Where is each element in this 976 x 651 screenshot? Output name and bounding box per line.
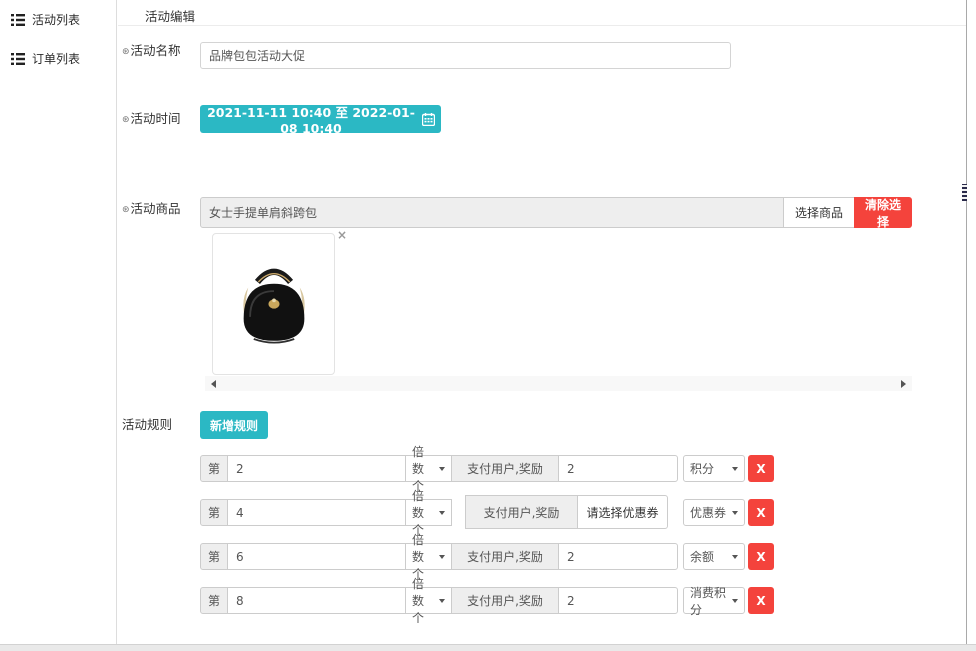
clear-selection-button[interactable]: 清除选择 <box>854 197 912 228</box>
activity-rules-label: 活动规则 <box>122 414 172 433</box>
calendar-icon <box>422 113 435 126</box>
sidebar-item-label: 活动列表 <box>32 11 80 28</box>
tab-bar: 活动编辑 <box>118 0 966 26</box>
rule-multiple-input[interactable] <box>227 587 406 614</box>
rule-remove-button[interactable]: X <box>748 543 774 570</box>
activity-name-input[interactable] <box>200 42 731 69</box>
scroll-left-icon[interactable] <box>211 380 216 388</box>
rule-reward-label: 支付用户,奖励 <box>451 455 559 482</box>
rule-prefix: 第 <box>200 543 228 570</box>
required-icon: ⊛ <box>122 205 130 215</box>
label-text: 活动名称 <box>131 43 181 58</box>
rule-type-value: 消费积分 <box>690 584 728 618</box>
add-rule-button[interactable]: 新增规则 <box>200 411 268 439</box>
list-icon <box>11 53 25 65</box>
rule-unit-select[interactable]: 倍数个 <box>405 587 452 614</box>
rule-unit-value: 倍数个 <box>412 575 435 626</box>
select-product-button[interactable]: 选择商品 <box>783 197 855 228</box>
caret-down-icon <box>732 599 738 603</box>
rule-type-value: 优惠券 <box>690 504 726 521</box>
vertical-scrollbar-thumb[interactable] <box>962 184 967 201</box>
activity-product-label: ⊛活动商品 <box>122 198 181 217</box>
product-name-input[interactable] <box>200 197 784 228</box>
caret-down-icon <box>732 511 738 515</box>
caret-down-icon <box>732 467 738 471</box>
rule-type-select[interactable]: 优惠券 <box>683 499 745 526</box>
caret-down-icon <box>732 555 738 559</box>
rule-reward-label: 支付用户,奖励 <box>451 543 559 570</box>
rule-type-select[interactable]: 积分 <box>683 455 745 482</box>
date-range-button[interactable]: 2021-11-11 10:40 至 2022-01-08 10:40 <box>200 105 441 133</box>
rule-remove-button[interactable]: X <box>748 587 774 614</box>
caret-down-icon <box>439 511 445 515</box>
remove-image-icon[interactable]: × <box>337 229 347 241</box>
rule-type-select[interactable]: 消费积分 <box>683 587 745 614</box>
rule-multiple-input[interactable] <box>227 499 406 526</box>
rule-row-2: 第 倍数个 支付用户,奖励 请选择优惠券 优惠券 X <box>200 499 780 526</box>
activity-name-label: ⊛活动名称 <box>122 40 181 59</box>
rule-multiple-input[interactable] <box>227 543 406 570</box>
caret-down-icon <box>439 555 445 559</box>
activity-edit-page: 活动列表 订单列表 活动编辑 ⊛活动名称 ⊛活动时间 2021-11-11 10… <box>0 0 976 651</box>
date-range-text: 2021-11-11 10:40 至 2022-01-08 10:40 <box>206 102 416 136</box>
rule-unit-select[interactable]: 倍数个 <box>405 455 452 482</box>
required-icon: ⊛ <box>122 47 130 57</box>
product-image-card[interactable] <box>212 233 335 375</box>
rule-prefix: 第 <box>200 499 228 526</box>
rule-reward-label: 支付用户,奖励 <box>465 495 578 529</box>
rule-remove-button[interactable]: X <box>748 455 774 482</box>
handbag-image <box>228 250 320 358</box>
sidebar: 活动列表 订单列表 <box>0 0 117 644</box>
rule-remove-button[interactable]: X <box>748 499 774 526</box>
label-text: 活动商品 <box>131 201 181 216</box>
rule-row-3: 第 倍数个 支付用户,奖励 余额 X <box>200 543 780 570</box>
rule-reward-label: 支付用户,奖励 <box>451 587 559 614</box>
rule-reward-input[interactable] <box>558 455 678 482</box>
rule-row-4: 第 倍数个 支付用户,奖励 消费积分 X <box>200 587 780 614</box>
rule-unit-select[interactable]: 倍数个 <box>405 543 452 570</box>
rule-type-select[interactable]: 余额 <box>683 543 745 570</box>
rule-multiple-input[interactable] <box>227 455 406 482</box>
rule-reward-input[interactable] <box>558 543 678 570</box>
list-icon <box>11 14 25 26</box>
rule-prefix: 第 <box>200 455 228 482</box>
rule-type-value: 积分 <box>690 460 714 477</box>
sidebar-item-activity-list[interactable]: 活动列表 <box>0 0 116 39</box>
content-right-border <box>966 0 967 644</box>
sidebar-item-label: 订单列表 <box>32 50 80 67</box>
rule-reward-input[interactable] <box>558 587 678 614</box>
tab-activity-edit[interactable]: 活动编辑 <box>145 6 195 25</box>
horizontal-scrollbar[interactable] <box>0 644 976 651</box>
select-coupon-button[interactable]: 请选择优惠券 <box>577 495 668 529</box>
rule-prefix: 第 <box>200 587 228 614</box>
caret-down-icon <box>439 599 445 603</box>
rule-row-1: 第 倍数个 支付用户,奖励 积分 X <box>200 455 780 482</box>
sidebar-item-order-list[interactable]: 订单列表 <box>0 39 116 78</box>
activity-time-label: ⊛活动时间 <box>122 108 181 127</box>
label-text: 活动规则 <box>122 417 172 432</box>
scroll-right-icon[interactable] <box>901 380 906 388</box>
label-text: 活动时间 <box>131 111 181 126</box>
required-icon: ⊛ <box>122 115 130 125</box>
rule-type-value: 余额 <box>690 548 714 565</box>
caret-down-icon <box>439 467 445 471</box>
rule-unit-select[interactable]: 倍数个 <box>405 499 452 526</box>
product-scrollbar[interactable] <box>205 376 912 391</box>
